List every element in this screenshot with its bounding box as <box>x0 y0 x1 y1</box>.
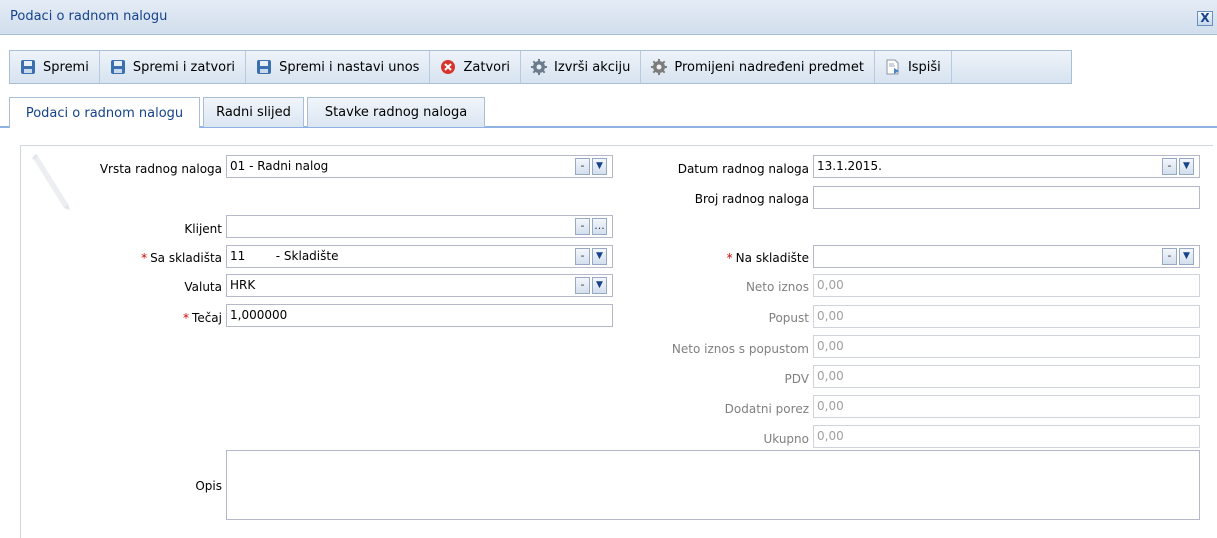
sa-skladista-dropdown-button[interactable]: ▼ <box>592 248 607 265</box>
popust-field: 0,00 <box>813 305 1200 328</box>
broj-label: Broj radnog naloga <box>694 192 809 206</box>
pdv-label: PDV <box>784 372 809 386</box>
datum-label: Datum radnog naloga <box>677 162 809 176</box>
window-title-bar <box>0 0 1217 35</box>
datum-date-picker[interactable]: 13.1.2015. <box>813 155 1200 178</box>
na-skladiste-dropdown-button[interactable]: ▼ <box>1179 248 1194 265</box>
neto-popust-field: 0,00 <box>813 335 1200 358</box>
sa-skladista-label: * Sa skladišta <box>141 251 222 265</box>
tab-radni-slijed[interactable]: Radni slijed <box>203 97 304 127</box>
neto-popust-label: Neto iznos s popustom <box>671 342 809 356</box>
klijent-input[interactable] <box>226 215 613 238</box>
gear-icon <box>531 59 548 75</box>
save-and-continue-button[interactable]: Spremi i nastavi unos <box>246 51 431 83</box>
dodatni-porez-label: Dodatni porez <box>724 402 809 416</box>
ukupno-field: 0,00 <box>813 425 1200 448</box>
save-and-close-label: Spremi i zatvori <box>132 59 236 75</box>
save-button-label: Spremi <box>43 59 89 75</box>
close-button-label: Zatvori <box>463 59 511 75</box>
close-button[interactable]: Zatvori <box>430 51 522 83</box>
floppy-disk-icon <box>20 59 36 75</box>
sa-skladista-select[interactable]: 11 - Skladište <box>226 245 613 268</box>
datum-dropdown-button[interactable]: ▼ <box>1179 158 1194 175</box>
tab-podaci-o-radnom-nalogu[interactable]: Podaci o radnom nalogu <box>9 97 200 128</box>
gear-icon <box>651 59 668 75</box>
tab-stavke-radnog-naloga[interactable]: Stavke radnog naloga <box>307 97 485 127</box>
tab-label: Podaci o radnom nalogu <box>25 105 184 121</box>
save-and-continue-label: Spremi i nastavi unos <box>279 59 420 75</box>
tab-label: Radni slijed <box>216 105 291 120</box>
print-document-icon <box>885 59 901 75</box>
neto-iznos-label: Neto iznos <box>745 280 809 294</box>
na-skladiste-select[interactable] <box>813 245 1200 268</box>
valuta-dropdown-button[interactable]: ▼ <box>592 277 607 294</box>
sa-skladista-clear-button[interactable]: - <box>575 248 590 265</box>
valuta-label: Valuta <box>184 280 222 294</box>
pencil-icon <box>24 152 84 212</box>
na-skladiste-clear-button[interactable]: - <box>1162 248 1177 265</box>
opis-textarea[interactable] <box>226 450 1200 520</box>
change-parent-button[interactable]: Promijeni nadređeni predmet <box>641 51 875 83</box>
save-and-close-button[interactable]: Spremi i zatvori <box>100 51 247 83</box>
required-marker: * <box>141 251 148 265</box>
floppy-disk-icon <box>110 59 126 75</box>
tecaj-label: * Tečaj <box>183 311 222 325</box>
save-button[interactable]: Spremi <box>10 51 100 83</box>
opis-label: Opis <box>195 479 222 493</box>
datum-clear-button[interactable]: - <box>1162 158 1177 175</box>
required-marker: * <box>183 311 190 325</box>
execute-action-button[interactable]: Izvrši akciju <box>521 51 642 83</box>
broj-input[interactable] <box>813 186 1200 209</box>
klijent-clear-button[interactable]: - <box>575 218 590 235</box>
popust-label: Popust <box>768 311 809 325</box>
na-skladiste-label: * Na skladište <box>726 251 809 265</box>
print-button-label: Ispiši <box>907 59 941 75</box>
dodatni-porez-field: 0,00 <box>813 395 1200 418</box>
klijent-label: Klijent <box>184 222 222 236</box>
required-marker: * <box>726 251 733 265</box>
toolbar: Spremi Spremi i zatvori Spremi i nastavi… <box>9 50 1072 84</box>
close-window-button[interactable]: X <box>1197 11 1213 26</box>
vrsta-clear-button[interactable]: - <box>575 158 590 175</box>
floppy-disk-icon <box>256 59 272 75</box>
pdv-field: 0,00 <box>813 365 1200 388</box>
valuta-clear-button[interactable]: - <box>575 277 590 294</box>
vrsta-dropdown-button[interactable]: ▼ <box>592 158 607 175</box>
change-parent-label: Promijeni nadređeni predmet <box>674 59 864 75</box>
tab-label: Stavke radnog naloga <box>324 105 468 120</box>
vrsta-select[interactable]: 01 - Radni nalog <box>226 155 613 178</box>
klijent-browse-button[interactable]: ... <box>592 218 607 235</box>
tecaj-input[interactable]: 1,000000 <box>226 304 613 327</box>
ukupno-label: Ukupno <box>763 432 809 446</box>
close-circle-icon <box>440 59 456 75</box>
vrsta-label: Vrsta radnog naloga <box>99 162 222 176</box>
execute-action-label: Izvrši akciju <box>554 59 631 75</box>
window-title: Podaci o radnom nalogu <box>10 9 168 24</box>
print-button[interactable]: Ispiši <box>875 51 952 83</box>
valuta-select[interactable]: HRK <box>226 274 613 297</box>
neto-iznos-field: 0,00 <box>813 274 1200 297</box>
